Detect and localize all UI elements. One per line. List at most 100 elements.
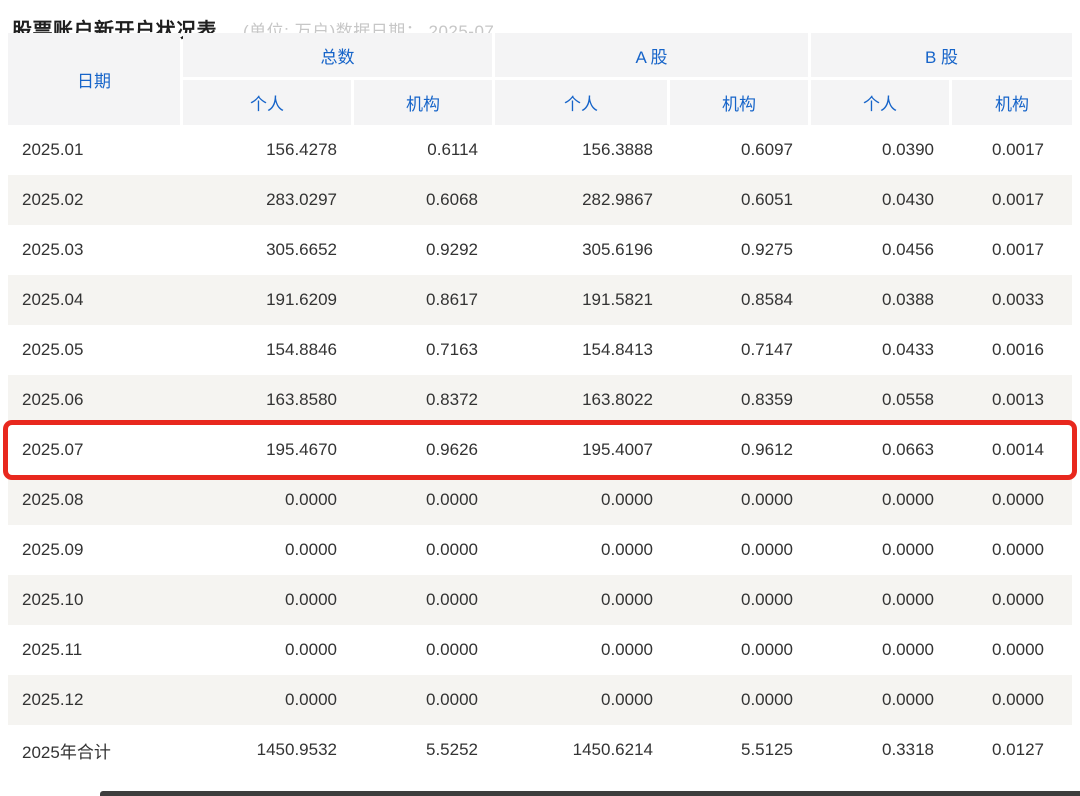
- cell-total-org: 0.0000: [353, 590, 494, 610]
- footer-bar: [100, 791, 1080, 796]
- cell-b-person: 0.0390: [809, 140, 950, 160]
- table-row: 2025.06 163.8580 0.8372 163.8022 0.8359 …: [8, 375, 1072, 425]
- column-header-date: 日期: [8, 33, 180, 125]
- table-row: 2025.10 0.0000 0.0000 0.0000 0.0000 0.00…: [8, 575, 1072, 625]
- column-header-b-org: 机构: [952, 80, 1072, 125]
- table-header: 日期 总数 A 股 B 股 个人 机构 个人 机构 个人 机构: [8, 33, 1072, 125]
- cell-total-person: 0.0000: [183, 540, 353, 560]
- column-header-a-org: 机构: [670, 80, 808, 125]
- table-body: 2025.01 156.4278 0.6114 156.3888 0.6097 …: [8, 125, 1072, 775]
- cell-total-person: 0.0000: [183, 590, 353, 610]
- cell-a-person: 0.0000: [494, 640, 669, 660]
- cell-total-org: 5.5252: [353, 740, 494, 760]
- cell-b-person: 0.0000: [809, 590, 950, 610]
- cell-b-person: 0.0000: [809, 640, 950, 660]
- cell-total-org: 0.8372: [353, 390, 494, 410]
- cell-total-org: 0.9626: [353, 440, 494, 460]
- cell-date: 2025.03: [8, 240, 183, 260]
- cell-b-org: 0.0000: [950, 690, 1072, 710]
- cell-b-org: 0.0000: [950, 540, 1072, 560]
- table-row: 2025.08 0.0000 0.0000 0.0000 0.0000 0.00…: [8, 475, 1072, 525]
- cell-a-org: 0.0000: [669, 690, 809, 710]
- cell-date: 2025年合计: [8, 738, 183, 763]
- table-row: 2025.04 191.6209 0.8617 191.5821 0.8584 …: [8, 275, 1072, 325]
- cell-b-person: 0.0000: [809, 540, 950, 560]
- cell-a-person: 0.0000: [494, 690, 669, 710]
- cell-b-person: 0.0388: [809, 290, 950, 310]
- cell-a-person: 191.5821: [494, 290, 669, 310]
- cell-b-person: 0.0000: [809, 690, 950, 710]
- cell-a-org: 0.0000: [669, 490, 809, 510]
- table-row: 2025.12 0.0000 0.0000 0.0000 0.0000 0.00…: [8, 675, 1072, 725]
- cell-a-person: 0.0000: [494, 590, 669, 610]
- cell-b-org: 0.0017: [950, 190, 1072, 210]
- title-bar: 股票账户新开户状况表 (单位: 万户)数据日期： 2025-07: [0, 0, 1080, 33]
- cell-a-person: 154.8413: [494, 340, 669, 360]
- column-group-total: 总数: [183, 33, 492, 77]
- cell-total-org: 0.0000: [353, 540, 494, 560]
- cell-date: 2025.12: [8, 690, 183, 710]
- column-group-a-share: A 股: [495, 33, 808, 77]
- cell-date: 2025.09: [8, 540, 183, 560]
- cell-b-person: 0.0430: [809, 190, 950, 210]
- cell-total-person: 305.6652: [183, 240, 353, 260]
- cell-b-org: 0.0000: [950, 590, 1072, 610]
- column-group-b-share: B 股: [811, 33, 1072, 77]
- table-row: 2025.09 0.0000 0.0000 0.0000 0.0000 0.00…: [8, 525, 1072, 575]
- cell-total-person: 195.4670: [183, 440, 353, 460]
- cell-total-org: 0.9292: [353, 240, 494, 260]
- cell-total-org: 0.0000: [353, 690, 494, 710]
- cell-a-org: 0.7147: [669, 340, 809, 360]
- cell-total-org: 0.6068: [353, 190, 494, 210]
- cell-date: 2025.04: [8, 290, 183, 310]
- cell-total-person: 0.0000: [183, 640, 353, 660]
- cell-date: 2025.05: [8, 340, 183, 360]
- cell-b-org: 0.0000: [950, 640, 1072, 660]
- cell-b-org: 0.0127: [950, 740, 1072, 760]
- cell-a-org: 0.8584: [669, 290, 809, 310]
- cell-b-org: 0.0033: [950, 290, 1072, 310]
- cell-a-org: 0.6097: [669, 140, 809, 160]
- cell-a-person: 195.4007: [494, 440, 669, 460]
- cell-date: 2025.02: [8, 190, 183, 210]
- cell-a-org: 0.6051: [669, 190, 809, 210]
- cell-a-person: 163.8022: [494, 390, 669, 410]
- cell-a-org: 0.0000: [669, 640, 809, 660]
- cell-a-person: 305.6196: [494, 240, 669, 260]
- cell-b-person: 0.3318: [809, 740, 950, 760]
- cell-total-person: 1450.9532: [183, 740, 353, 760]
- cell-total-person: 163.8580: [183, 390, 353, 410]
- cell-total-person: 191.6209: [183, 290, 353, 310]
- cell-total-person: 283.0297: [183, 190, 353, 210]
- cell-total-person: 156.4278: [183, 140, 353, 160]
- cell-date: 2025.01: [8, 140, 183, 160]
- table-row: 2025.01 156.4278 0.6114 156.3888 0.6097 …: [8, 125, 1072, 175]
- cell-b-person: 0.0663: [809, 440, 950, 460]
- cell-total-org: 0.6114: [353, 140, 494, 160]
- cell-b-org: 0.0017: [950, 140, 1072, 160]
- cell-b-org: 0.0013: [950, 390, 1072, 410]
- cell-date: 2025.06: [8, 390, 183, 410]
- cell-total-org: 0.7163: [353, 340, 494, 360]
- cell-b-org: 0.0000: [950, 490, 1072, 510]
- cell-a-person: 0.0000: [494, 490, 669, 510]
- cell-b-person: 0.0433: [809, 340, 950, 360]
- cell-a-person: 1450.6214: [494, 740, 669, 760]
- cell-b-org: 0.0014: [950, 440, 1072, 460]
- cell-a-org: 0.8359: [669, 390, 809, 410]
- cell-date: 2025.07: [8, 440, 183, 460]
- cell-a-org: 5.5125: [669, 740, 809, 760]
- cell-a-org: 0.9275: [669, 240, 809, 260]
- table-row: 2025.11 0.0000 0.0000 0.0000 0.0000 0.00…: [8, 625, 1072, 675]
- cell-a-org: 0.9612: [669, 440, 809, 460]
- table-row-total: 2025年合计 1450.9532 5.5252 1450.6214 5.512…: [8, 725, 1072, 775]
- cell-b-person: 0.0000: [809, 490, 950, 510]
- table-row: 2025.03 305.6652 0.9292 305.6196 0.9275 …: [8, 225, 1072, 275]
- cell-date: 2025.10: [8, 590, 183, 610]
- cell-a-org: 0.0000: [669, 590, 809, 610]
- column-header-a-person: 个人: [495, 80, 667, 125]
- cell-total-person: 154.8846: [183, 340, 353, 360]
- table-row: 2025.05 154.8846 0.7163 154.8413 0.7147 …: [8, 325, 1072, 375]
- cell-date: 2025.08: [8, 490, 183, 510]
- cell-a-person: 0.0000: [494, 540, 669, 560]
